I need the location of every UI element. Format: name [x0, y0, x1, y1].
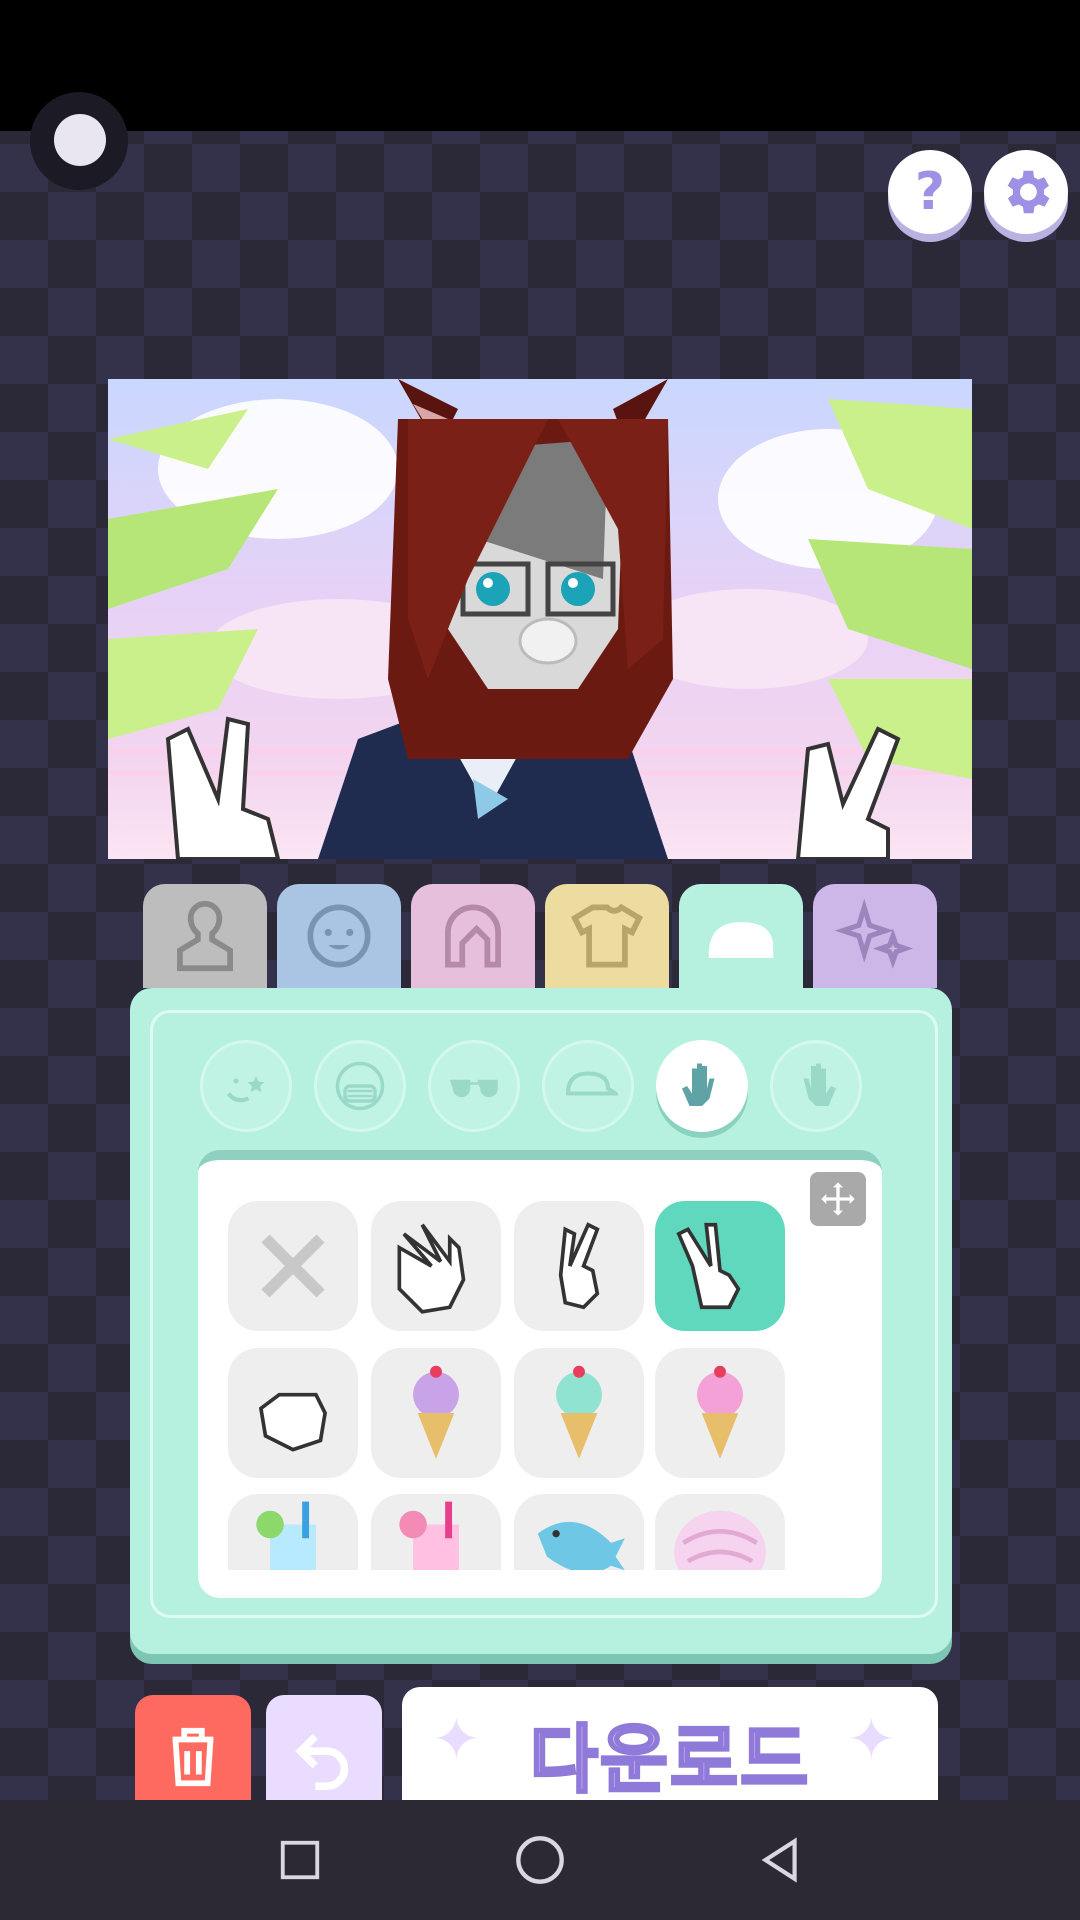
move-handle[interactable] [810, 1172, 866, 1226]
item-peace-sign[interactable] [514, 1201, 644, 1331]
status-bar [0, 0, 1080, 131]
sunglasses-icon [449, 1079, 498, 1098]
dolphin-icon [537, 1521, 625, 1570]
ice-cream-icon [413, 1365, 459, 1459]
open-hand-icon [397, 1223, 466, 1314]
peace-sign-icon [676, 1222, 741, 1310]
tab-silhouette[interactable] [143, 884, 267, 988]
camera-cutout [30, 92, 128, 190]
silhouette-icon [177, 900, 233, 972]
item-none[interactable] [228, 1201, 358, 1331]
item-peace-sign-alt[interactable] [655, 1201, 785, 1331]
subcat-mask[interactable] [314, 1040, 406, 1132]
item-pink-drink[interactable] [371, 1494, 501, 1570]
tshirt-icon [570, 903, 644, 968]
help-button[interactable]: ? [888, 150, 972, 234]
tab-accessories[interactable] [679, 884, 803, 996]
back-button[interactable] [750, 1830, 810, 1890]
fist-icon [258, 1392, 327, 1452]
ice-cream-icon [697, 1365, 743, 1459]
ice-cream-icon [556, 1365, 602, 1459]
help-icon: ? [914, 162, 946, 222]
item-lime-drink[interactable] [228, 1494, 358, 1570]
sparkle-icon: ✦ [847, 1705, 896, 1773]
shell-icon [674, 1510, 766, 1570]
left-hand-icon [682, 1063, 715, 1106]
hair-icon [445, 904, 501, 968]
item-mint-ice-cream[interactable] [514, 1348, 644, 1478]
mask-icon [335, 1061, 385, 1111]
move-arrows-icon [821, 1182, 855, 1216]
subcat-sunglasses[interactable] [428, 1040, 520, 1132]
right-hand-icon [803, 1063, 836, 1106]
item-dolphin[interactable] [514, 1494, 644, 1570]
drink-icon [399, 1501, 459, 1570]
back-triangle-icon [761, 1837, 797, 1883]
close-icon [261, 1234, 325, 1298]
sparkle-icon: ✦ [432, 1705, 481, 1773]
item-purple-ice-cream[interactable] [371, 1348, 501, 1478]
item-fist[interactable] [228, 1348, 358, 1478]
tab-hair[interactable] [411, 884, 535, 988]
settings-button[interactable] [984, 150, 1068, 234]
face-sticker-icon [226, 1076, 265, 1103]
sparkle-icon [834, 898, 914, 969]
gear-icon [1007, 170, 1050, 214]
subcat-right-hand[interactable] [770, 1040, 862, 1132]
item-pink-ice-cream[interactable] [655, 1348, 785, 1478]
subcat-cap[interactable] [542, 1040, 634, 1132]
cap-icon [565, 1071, 618, 1096]
drink-icon [256, 1501, 316, 1570]
download-label: 다운로드 [528, 1715, 811, 1804]
subcat-face-sticker[interactable] [200, 1040, 292, 1132]
preview-scene [108, 379, 972, 859]
character-preview [108, 379, 972, 859]
item-open-hand[interactable] [371, 1201, 501, 1331]
cap-icon [708, 922, 774, 958]
undo-icon [295, 1733, 349, 1790]
home-button[interactable] [510, 1830, 570, 1890]
tab-effects[interactable] [813, 884, 937, 988]
circle-icon [516, 1836, 564, 1884]
item-shell[interactable] [655, 1494, 785, 1570]
tab-face[interactable] [277, 884, 401, 988]
recent-apps-button[interactable] [270, 1830, 330, 1890]
camera-dot [54, 114, 106, 166]
square-icon [280, 1840, 320, 1880]
baby-face-icon [307, 904, 371, 968]
tab-clothes[interactable] [545, 884, 669, 988]
subcat-left-hand[interactable] [656, 1040, 748, 1132]
peace-sign-icon [558, 1222, 600, 1310]
trash-icon [172, 1727, 214, 1787]
